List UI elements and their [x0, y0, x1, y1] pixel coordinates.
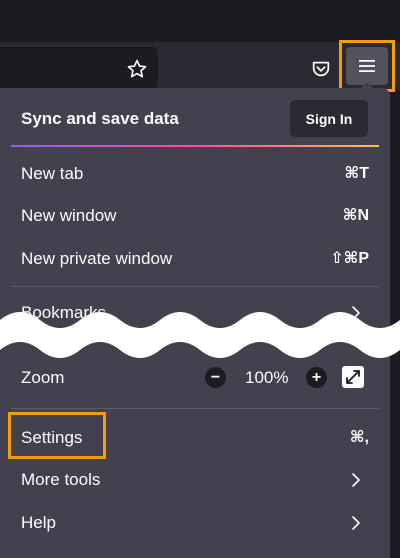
menu-separator: [11, 286, 379, 287]
menu-item-zoom: Zoom: [21, 368, 65, 387]
chevron-right-icon: [352, 473, 360, 487]
shortcut-new-window: ⌘N: [342, 207, 369, 224]
sync-gradient-divider: [11, 145, 379, 147]
bookmark-star-button[interactable]: [121, 53, 153, 85]
menu-item-new-tab[interactable]: New tab: [21, 163, 83, 185]
menu-item-new-window[interactable]: New window: [21, 205, 116, 227]
sync-title: Sync and save data: [21, 109, 179, 128]
menu-item-help[interactable]: Help: [21, 512, 56, 534]
menu-item-settings[interactable]: Settings: [21, 427, 82, 449]
shortcut-new-private-window: ⇧⌘P: [330, 250, 369, 267]
zoom-level[interactable]: 100%: [245, 367, 288, 389]
hamburger-menu-icon: [359, 60, 375, 72]
star-outline-icon: [127, 59, 147, 78]
chevron-right-icon: [352, 516, 360, 530]
menu-item-more-tools[interactable]: More tools: [21, 469, 100, 491]
pocket-icon: [312, 61, 330, 77]
app-menu-button[interactable]: [346, 47, 388, 85]
sign-in-button[interactable]: Sign In: [290, 100, 368, 137]
torn-edge-break: [0, 312, 400, 358]
zoom-out-button[interactable]: −: [205, 367, 226, 388]
tab-strip: [0, 0, 400, 42]
zoom-in-button[interactable]: +: [306, 367, 327, 388]
panel-arrow: [359, 82, 375, 90]
shortcut-new-tab: ⌘T: [344, 165, 369, 182]
menu-separator: [11, 408, 379, 409]
menu-item-new-private-window[interactable]: New private window: [21, 248, 172, 270]
pocket-button[interactable]: [305, 53, 337, 85]
shortcut-settings: ⌘,: [349, 429, 369, 446]
fullscreen-button[interactable]: [342, 366, 364, 388]
fullscreen-icon: [346, 370, 360, 384]
